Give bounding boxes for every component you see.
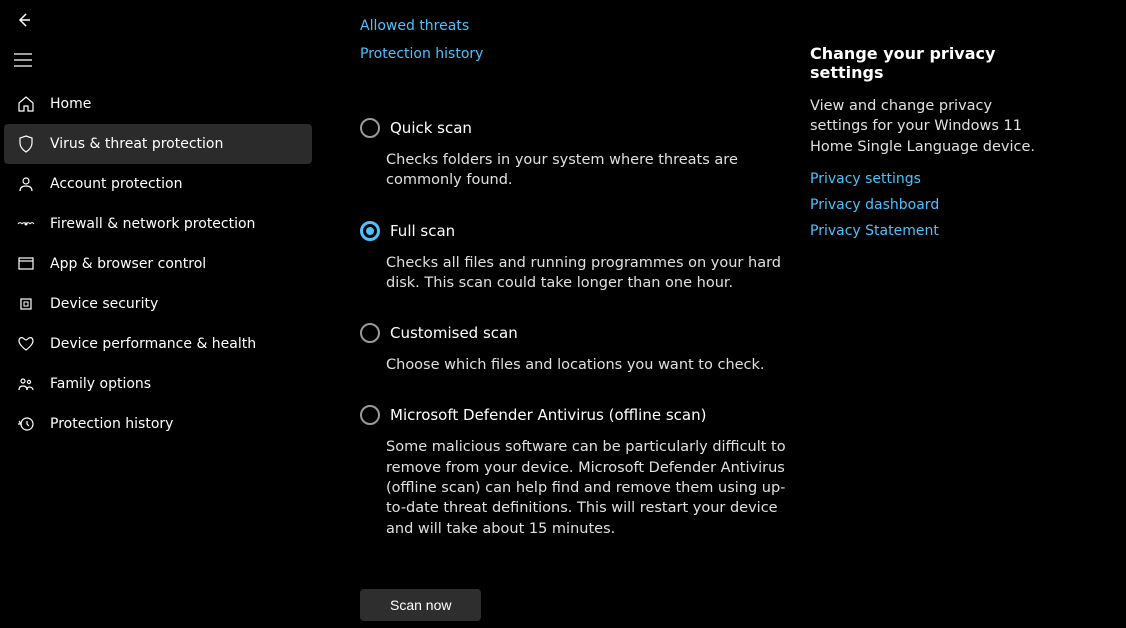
hamburger-button[interactable]: [0, 40, 320, 80]
sidebar-item-label: Device performance & health: [50, 336, 256, 352]
radio-description: Choose which files and locations you wan…: [386, 355, 790, 375]
chip-icon: [16, 294, 36, 314]
radio-label: Customised scan: [390, 324, 518, 342]
hamburger-icon: [14, 53, 32, 67]
aside-title: Change your privacy settings: [810, 44, 1050, 82]
sidebar-item-app-browser[interactable]: App & browser control: [4, 244, 316, 284]
app-icon: [16, 254, 36, 274]
shield-icon: [16, 134, 36, 154]
radio-offline-scan[interactable]: Microsoft Defender Antivirus (offline sc…: [360, 405, 790, 425]
sidebar-item-label: Home: [50, 96, 91, 112]
sidebar-item-protection-history[interactable]: Protection history: [4, 404, 316, 444]
heart-icon: [16, 334, 36, 354]
sidebar-item-firewall[interactable]: Firewall & network protection: [4, 204, 316, 244]
arrow-left-icon: [16, 12, 32, 28]
sidebar-item-label: Firewall & network protection: [50, 216, 255, 232]
main-content: Allowed threats Protection history Quick…: [320, 18, 810, 628]
person-icon: [16, 174, 36, 194]
radio-label: Quick scan: [390, 119, 472, 137]
scan-option-full: Full scan Checks all files and running p…: [360, 221, 790, 294]
history-icon: [16, 414, 36, 434]
scan-now-button[interactable]: Scan now: [360, 589, 481, 621]
sidebar-item-family[interactable]: Family options: [4, 364, 316, 404]
link-privacy-settings[interactable]: Privacy settings: [810, 171, 1050, 187]
sidebar-item-label: Protection history: [50, 416, 173, 432]
sidebar-item-performance[interactable]: Device performance & health: [4, 324, 316, 364]
scan-option-custom: Customised scan Choose which files and l…: [360, 323, 790, 375]
radio-description: Some malicious software can be particula…: [386, 437, 790, 538]
back-button[interactable]: [12, 8, 36, 32]
radio-description: Checks folders in your system where thre…: [386, 150, 790, 191]
sidebar-item-label: Device security: [50, 296, 158, 312]
link-allowed-threats[interactable]: Allowed threats: [360, 18, 790, 34]
sidebar-item-label: Family options: [50, 376, 151, 392]
radio-full-scan[interactable]: Full scan: [360, 221, 790, 241]
aside-panel: Change your privacy settings View and ch…: [810, 18, 1070, 628]
sidebar: Home Virus & threat protection Account p…: [0, 0, 320, 628]
sidebar-item-virus-threat[interactable]: Virus & threat protection: [4, 124, 312, 164]
radio-icon: [360, 405, 380, 425]
radio-icon: [360, 221, 380, 241]
sidebar-item-label: Virus & threat protection: [50, 136, 223, 152]
people-icon: [16, 374, 36, 394]
sidebar-item-label: App & browser control: [50, 256, 206, 272]
radio-description: Checks all files and running programmes …: [386, 253, 790, 294]
scan-option-offline: Microsoft Defender Antivirus (offline sc…: [360, 405, 790, 538]
sidebar-item-account[interactable]: Account protection: [4, 164, 316, 204]
sidebar-item-device-security[interactable]: Device security: [4, 284, 316, 324]
radio-quick-scan[interactable]: Quick scan: [360, 118, 790, 138]
link-privacy-statement[interactable]: Privacy Statement: [810, 223, 1050, 239]
home-icon: [16, 94, 36, 114]
link-protection-history[interactable]: Protection history: [360, 46, 790, 62]
network-icon: [16, 214, 36, 234]
aside-description: View and change privacy settings for you…: [810, 96, 1050, 157]
radio-icon: [360, 323, 380, 343]
radio-custom-scan[interactable]: Customised scan: [360, 323, 790, 343]
link-privacy-dashboard[interactable]: Privacy dashboard: [810, 197, 1050, 213]
sidebar-item-home[interactable]: Home: [4, 84, 316, 124]
radio-icon: [360, 118, 380, 138]
radio-label: Microsoft Defender Antivirus (offline sc…: [390, 406, 706, 424]
radio-label: Full scan: [390, 222, 455, 240]
sidebar-item-label: Account protection: [50, 176, 183, 192]
scan-option-quick: Quick scan Checks folders in your system…: [360, 118, 790, 191]
